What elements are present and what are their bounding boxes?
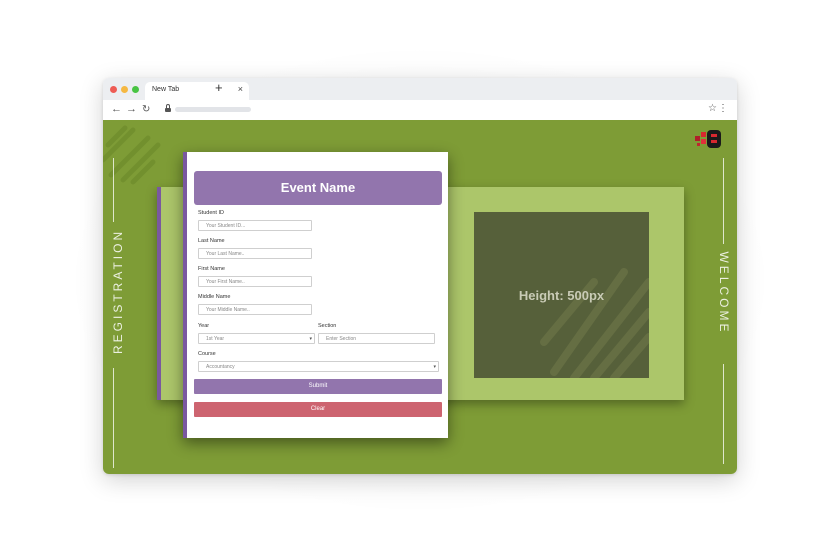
- section-label: Section: [318, 323, 337, 329]
- year-value: 1st Year: [206, 336, 225, 342]
- last-name-label: Last Name: [198, 238, 225, 244]
- course-value: Accountancy: [206, 364, 235, 370]
- year-label: Year: [198, 323, 210, 329]
- minimize-window-button[interactable]: [121, 86, 128, 93]
- chevron-down-icon: ▾: [309, 336, 312, 342]
- browser-toolbar: ← → ↻ ☆ ⋮: [103, 100, 737, 121]
- year-select[interactable]: 1st Year ▾: [198, 333, 315, 344]
- page-viewport: REGISTRATION WELCOME Height: 500px Event…: [103, 120, 737, 474]
- student-id-input[interactable]: Your Student ID...: [198, 220, 312, 231]
- panel-height-text: Height: 500px: [518, 288, 605, 303]
- form-card-edge: [183, 152, 187, 438]
- right-line-bottom: [723, 364, 724, 464]
- close-window-button[interactable]: [110, 86, 117, 93]
- student-id-label: Student ID: [198, 210, 224, 216]
- image-panel: Height: 500px: [474, 212, 649, 378]
- last-name-input[interactable]: Your Last Name..: [198, 248, 312, 259]
- left-line-top: [113, 158, 114, 222]
- new-tab-button[interactable]: +: [215, 81, 223, 95]
- first-name-label: First Name: [198, 266, 225, 272]
- left-line-bottom: [113, 368, 114, 468]
- maximize-window-button[interactable]: [132, 86, 139, 93]
- registration-label: REGISTRATION: [111, 228, 125, 354]
- chevron-down-icon: ▾: [433, 364, 436, 370]
- bookmark-star-icon[interactable]: ☆: [708, 103, 717, 114]
- address-bar[interactable]: [175, 107, 251, 112]
- section-input[interactable]: Enter Section: [318, 333, 435, 344]
- browser-window: New Tab × + ← → ↻ ☆ ⋮ REGISTRATION WELCO…: [103, 78, 737, 474]
- tab-title: New Tab: [152, 86, 180, 93]
- event-name-header: Event Name: [194, 171, 442, 205]
- clear-button[interactable]: Clear: [194, 402, 442, 417]
- background-card-edge: [157, 187, 161, 400]
- course-select[interactable]: Accountancy ▾: [198, 361, 439, 372]
- reload-icon[interactable]: ↻: [142, 103, 150, 116]
- lock-icon: [165, 104, 171, 112]
- middle-name-input[interactable]: Your Middle Name..: [198, 304, 312, 315]
- submit-button[interactable]: Submit: [194, 379, 442, 394]
- welcome-label: WELCOME: [717, 251, 731, 335]
- close-tab-icon[interactable]: ×: [238, 84, 243, 94]
- forward-arrow-icon[interactable]: →: [126, 103, 137, 116]
- course-label: Course: [198, 351, 216, 357]
- middle-name-label: Middle Name: [198, 294, 231, 300]
- registration-form: Event Name Student ID Your Student ID...…: [183, 152, 448, 438]
- tab-new-tab[interactable]: New Tab ×: [145, 82, 249, 100]
- right-line-top: [723, 158, 724, 244]
- logo-icon: [695, 130, 721, 148]
- back-arrow-icon[interactable]: ←: [111, 103, 122, 116]
- menu-icon[interactable]: ⋮: [718, 103, 728, 114]
- tab-bar: New Tab × +: [103, 78, 737, 100]
- first-name-input[interactable]: Your First Name..: [198, 276, 312, 287]
